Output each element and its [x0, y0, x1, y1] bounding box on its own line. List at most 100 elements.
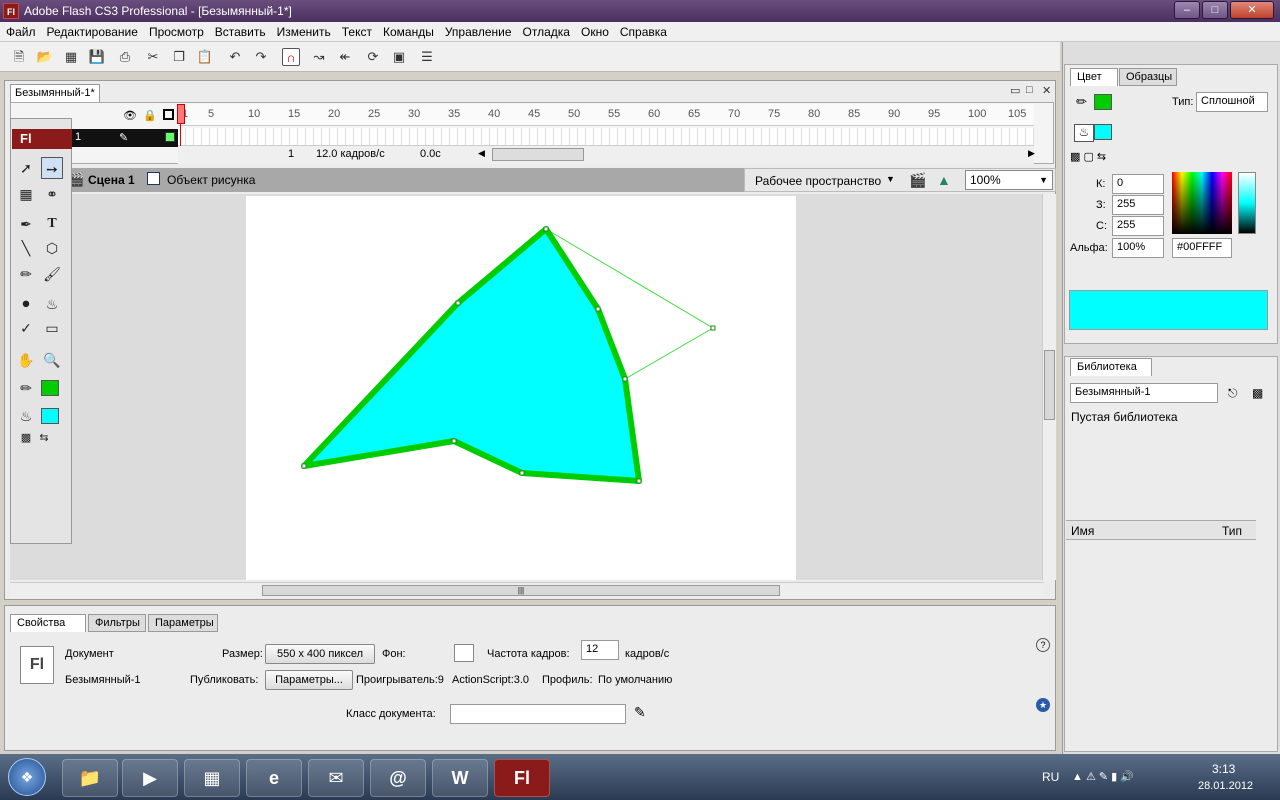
color-mini-icons[interactable]: ▩ ▢ ⇆ [1070, 150, 1106, 163]
line-tool-icon[interactable]: ╲ [15, 237, 37, 259]
tab-swatches[interactable]: Образцы [1119, 68, 1177, 86]
start-button[interactable]: ❖ [8, 758, 46, 796]
polystar-tool-icon[interactable]: ⬡ [41, 237, 63, 259]
cut-icon[interactable]: ✂ [144, 48, 162, 66]
at-mail-task-icon[interactable]: @ [370, 759, 426, 797]
close-button[interactable]: ✕ [1230, 1, 1274, 19]
frame-row[interactable] [178, 128, 1034, 146]
explorer-task-icon[interactable]: 📁 [62, 759, 118, 797]
hand-tool-icon[interactable]: ✋ [15, 349, 37, 371]
redo-icon[interactable]: ↷ [252, 48, 270, 66]
media-player-task-icon[interactable]: ▶ [122, 759, 178, 797]
minimize-button[interactable]: – [1174, 1, 1200, 19]
stage[interactable] [246, 196, 796, 580]
color-panel-fill-swatch[interactable] [1094, 124, 1112, 140]
tray-icons[interactable]: ▲ ⚠ ✎ ▮ 🔊 [1072, 770, 1134, 783]
fill-color-swatch[interactable] [41, 408, 59, 424]
paint-bucket-tool-icon[interactable]: ♨ [41, 293, 63, 315]
blue-input[interactable]: 255 [1112, 216, 1164, 236]
text-tool-icon[interactable]: T [41, 213, 63, 235]
stage-vertical-scrollbar[interactable] [1042, 194, 1056, 580]
eye-icon[interactable]: 👁 [123, 109, 137, 122]
menu-modify[interactable]: Изменить [271, 22, 336, 39]
scroll-left-icon[interactable]: ◀ [478, 148, 485, 159]
undo-icon[interactable]: ↶ [226, 48, 244, 66]
scale-icon[interactable]: ▣ [390, 48, 408, 66]
copy-icon[interactable]: ❐ [170, 48, 188, 66]
ink-bottle-tool-icon[interactable]: ⚫ [15, 293, 37, 315]
maximize-button[interactable]: □ [1202, 1, 1228, 19]
rotate-icon[interactable]: ⟳ [364, 48, 382, 66]
lasso-tool-icon[interactable]: ⚭ [41, 183, 63, 205]
flash-task-icon[interactable]: Fl [494, 759, 550, 797]
mail-task-icon[interactable]: ✉ [308, 759, 364, 797]
brightness-slider[interactable] [1238, 172, 1256, 234]
doc-restore-icon[interactable]: ▭ [1010, 84, 1020, 97]
pin-library-icon[interactable]: ⎋ [1228, 386, 1238, 401]
stroke-color-swatch[interactable] [41, 380, 59, 396]
menu-view[interactable]: Просмотр [143, 22, 209, 39]
zoom-tool-icon[interactable]: 🔍 [41, 349, 63, 371]
v-scroll-thumb[interactable] [1044, 350, 1055, 420]
edit-scene-icon[interactable]: 🎬 [909, 172, 926, 189]
hex-input[interactable]: #00FFFF [1172, 238, 1232, 258]
bridge-icon[interactable]: ▦ [62, 48, 80, 66]
language-indicator[interactable]: RU [1042, 770, 1059, 784]
workspace-chevron-icon[interactable]: ▼ [886, 174, 895, 184]
scene-breadcrumb[interactable]: Сцена 1 [88, 173, 135, 187]
library-col-type[interactable]: Тип [1222, 524, 1242, 538]
clock-time[interactable]: 3:13 [1212, 762, 1235, 776]
outline-icon[interactable] [163, 109, 174, 120]
menu-help[interactable]: Справка [614, 22, 672, 39]
new-file-icon[interactable]: 🗎 [10, 48, 28, 66]
subselection-tool-icon[interactable]: ➙ [41, 157, 63, 179]
h-scroll-thumb[interactable]: ||| [262, 585, 780, 596]
tab-library[interactable]: Библиотека [1070, 358, 1152, 376]
menu-file[interactable]: Файл [0, 22, 41, 39]
align-icon[interactable]: ☰ [418, 48, 436, 66]
layer-row[interactable]: 1 ✎ [71, 129, 179, 147]
free-transform-tool-icon[interactable]: ▦ [15, 183, 37, 205]
print-icon[interactable]: ⎙ [116, 48, 134, 66]
doc-close-icon[interactable]: ✕ [1042, 84, 1051, 97]
accessibility-icon[interactable]: ★ [1036, 698, 1050, 712]
polygon-shape[interactable] [301, 226, 642, 484]
clock-date[interactable]: 28.01.2012 [1198, 780, 1253, 792]
fps-input[interactable]: 12 [581, 640, 619, 660]
publish-settings-button[interactable]: Параметры... [265, 670, 353, 690]
document-tab[interactable]: Безымянный-1* [10, 84, 100, 102]
smooth-icon[interactable]: ↝ [310, 48, 328, 66]
lock-icon[interactable]: 🔒 [143, 109, 157, 122]
eyedropper-tool-icon[interactable]: ✓ [15, 317, 37, 339]
menu-edit[interactable]: Редактирование [41, 22, 143, 39]
timeline-ruler[interactable]: 1 5 10 15 20 25 30 35 40 45 50 55 60 65 70 75 80 85 90 95 10… [178, 104, 1034, 126]
menu-debug[interactable]: Отладка [517, 22, 575, 39]
open-folder-icon[interactable]: 📂 [36, 48, 54, 66]
new-library-icon[interactable]: ▩ [1252, 386, 1263, 400]
red-input[interactable]: 0 [1112, 174, 1164, 194]
brush-tool-icon[interactable]: 🖌 [41, 263, 63, 285]
fill-bucket-icon[interactable]: ♨ [1074, 124, 1094, 142]
edit-symbols-icon[interactable]: ▲ [937, 172, 951, 188]
swap-colors-icon[interactable]: ⇆ [33, 427, 55, 449]
fill-type-select[interactable]: Сплошной [1196, 92, 1268, 112]
tab-color[interactable]: Цвет [1070, 68, 1118, 86]
workspace-menu[interactable]: Рабочее пространство [755, 174, 881, 188]
menu-control[interactable]: Управление [439, 22, 517, 39]
selection-tool-icon[interactable]: ➚ [15, 157, 37, 179]
paste-icon[interactable]: 📋 [196, 48, 214, 66]
bg-color-swatch[interactable] [454, 644, 474, 662]
size-button[interactable]: 550 x 400 пиксел [265, 644, 375, 664]
menu-text[interactable]: Текст [336, 22, 377, 39]
color-panel-stroke-swatch[interactable] [1094, 94, 1112, 110]
edit-class-pencil-icon[interactable]: ✎ [634, 704, 646, 721]
ie-task-icon[interactable]: e [246, 759, 302, 797]
eraser-tool-icon[interactable]: ▭ [41, 317, 63, 339]
alpha-input[interactable]: 100% [1112, 238, 1164, 258]
snap-magnet-icon[interactable]: ∩ [282, 48, 300, 66]
scroll-right-icon[interactable]: ▶ [1028, 148, 1035, 159]
word-task-icon[interactable]: W [432, 759, 488, 797]
stage-horizontal-scrollbar[interactable]: ||| [10, 582, 1044, 598]
zoom-select[interactable]: 100% ▼ [965, 170, 1053, 190]
menu-insert[interactable]: Вставить [209, 22, 271, 39]
